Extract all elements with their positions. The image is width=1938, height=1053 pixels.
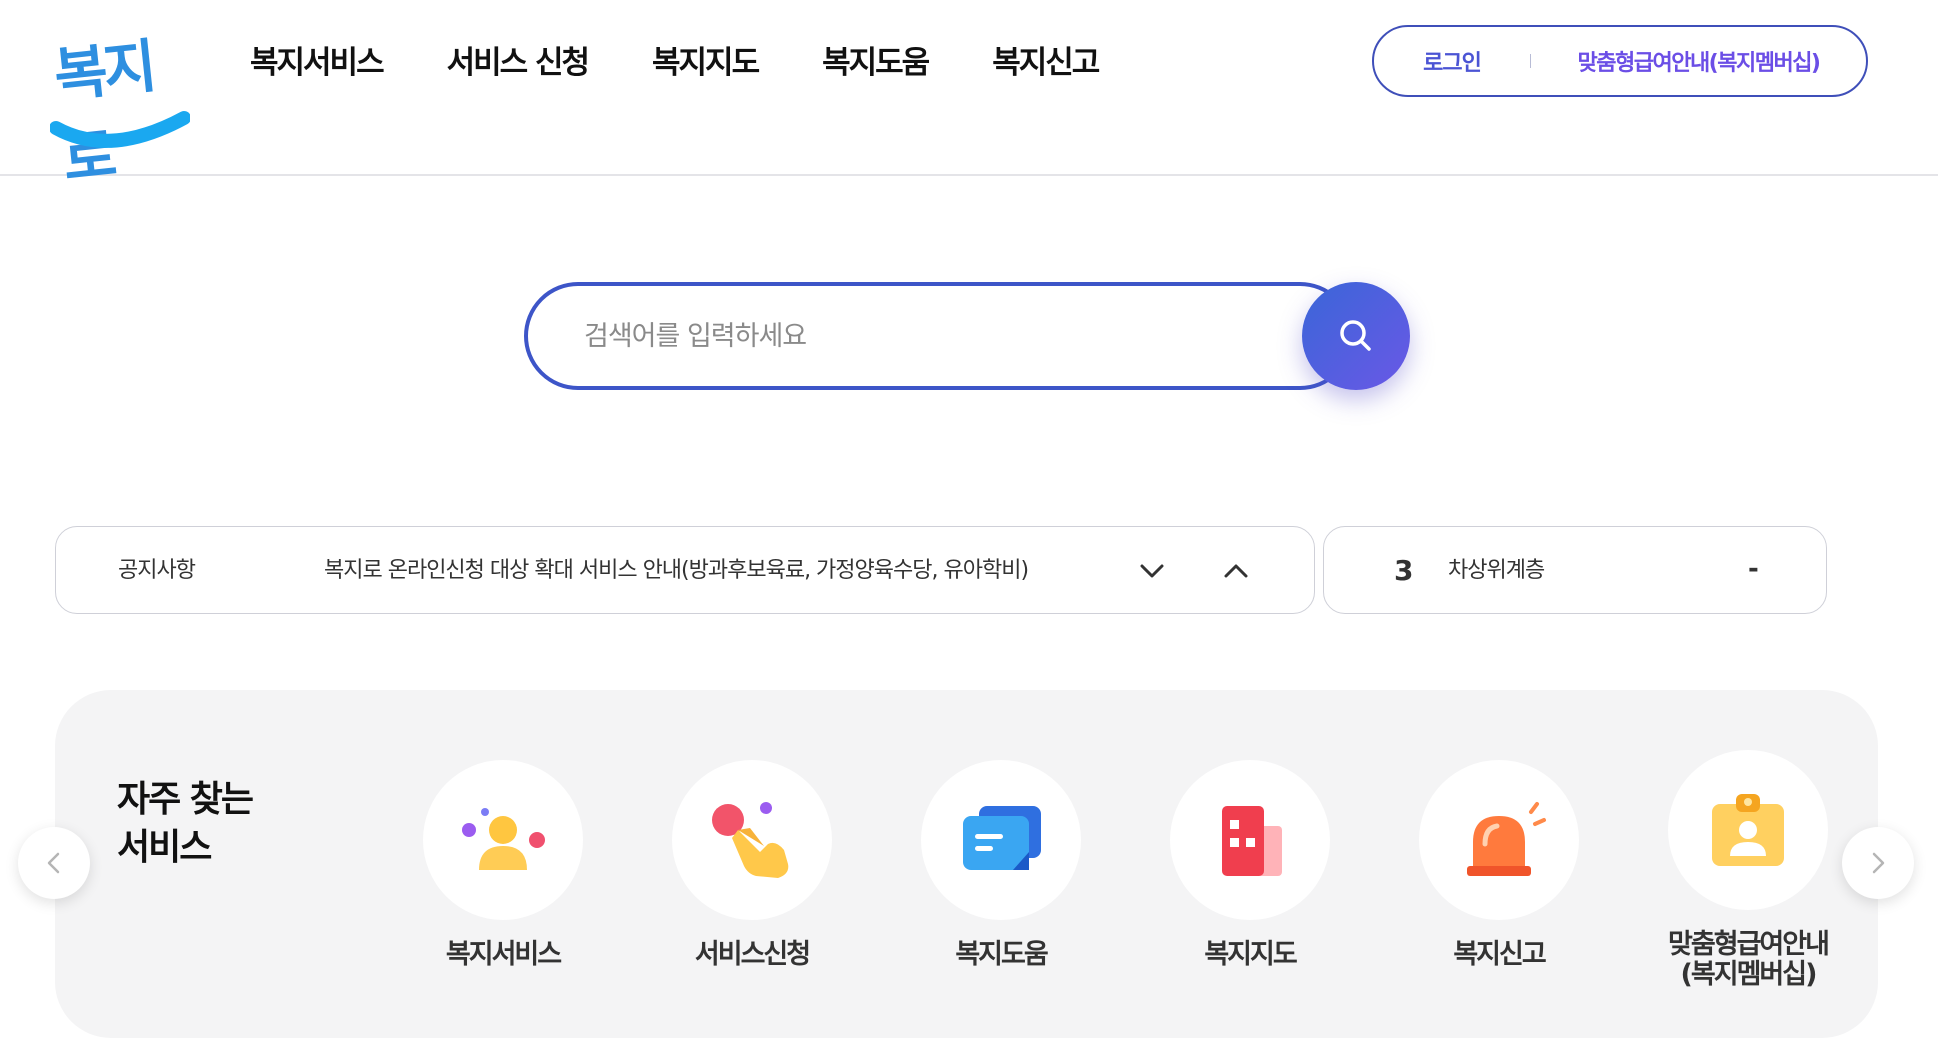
popular-keyword-bar[interactable]: 3 차상위계층 - (1323, 526, 1827, 614)
search-button[interactable] (1302, 282, 1410, 390)
frequent-services-title: 자주 찾는 서비스 (117, 776, 254, 872)
service-icon-circle (1419, 760, 1579, 920)
nav-welfare-service[interactable]: 복지서비스 (250, 38, 385, 88)
frequent-services-panel: 자주 찾는 서비스 복지서비스 서비스신청 복지도움 복지지도 복지신고 맞춤형… (55, 690, 1878, 1038)
notice-bar: 공지사항 복지로 온라인신청 대상 확대 서비스 안내(방과후보육료, 가정양육… (55, 526, 1315, 614)
search-area (524, 282, 1410, 390)
service-label: 서비스신청 (694, 939, 811, 970)
keyword-text[interactable]: 차상위계층 (1448, 527, 1545, 615)
notice-link[interactable]: 복지로 온라인신청 대상 확대 서비스 안내(방과후보육료, 가정양육수당, 유… (324, 527, 1029, 615)
service-item-welfare-help[interactable]: 복지도움 (916, 760, 1086, 970)
logo-smile-icon (50, 111, 190, 148)
nav-welfare-help[interactable]: 복지도움 (822, 38, 930, 88)
nav-welfare-report[interactable]: 복지신고 (992, 38, 1100, 88)
chevron-down-icon (1140, 564, 1164, 578)
util-menu: 로그인 맞춤형급여안내(복지멤버십) (1372, 25, 1868, 97)
frequent-title-line2: 서비스 (117, 827, 212, 868)
site-header: 복지로 복지서비스 서비스 신청 복지지도 복지도움 복지신고 로그인 맞춤형급… (0, 0, 1938, 193)
service-item-welfare-service[interactable]: 복지서비스 (418, 760, 588, 970)
service-icon-circle (423, 760, 583, 920)
service-item-welfare-map[interactable]: 복지지도 (1165, 760, 1335, 970)
frequent-title-line1: 자주 찾는 (117, 779, 254, 820)
chevron-up-icon (1224, 564, 1248, 578)
service-label: 복지신고 (1453, 939, 1546, 970)
chevron-right-icon (1872, 852, 1885, 874)
service-item-service-apply[interactable]: 서비스신청 (667, 760, 837, 970)
notice-next-button[interactable] (1134, 553, 1170, 589)
service-label-line2: (복지멤버십) (1680, 959, 1818, 990)
notice-prev-button[interactable] (1218, 553, 1254, 589)
site-logo[interactable]: 복지로 (50, 18, 190, 193)
service-label-line1: 맞춤형급여안내 (1668, 929, 1830, 960)
id-badge-icon (1712, 794, 1784, 866)
membership-link[interactable]: 맞춤형급여안내(복지멤버십) (1531, 45, 1866, 77)
carousel-next-button[interactable] (1842, 827, 1914, 899)
keyword-change: - (1748, 554, 1759, 584)
service-item-welfare-report[interactable]: 복지신고 (1414, 760, 1584, 970)
main-nav: 복지서비스 서비스 신청 복지지도 복지도움 복지신고 (250, 38, 1162, 88)
chevron-left-icon (47, 852, 60, 874)
service-icon-circle (672, 760, 832, 920)
keyword-rank: 3 (1394, 554, 1414, 587)
service-item-membership[interactable]: 맞춤형급여안내 (복지멤버십) (1663, 750, 1833, 990)
notice-label: 공지사항 (118, 558, 196, 583)
building-map-icon (1222, 806, 1282, 876)
service-icon-circle (921, 760, 1081, 920)
nav-welfare-map[interactable]: 복지지도 (652, 38, 760, 88)
login-link[interactable]: 로그인 (1374, 45, 1530, 77)
service-label: 복지서비스 (445, 939, 562, 970)
nav-service-apply[interactable]: 서비스 신청 (447, 38, 590, 88)
people-icon (462, 808, 545, 870)
service-icon-circle (1668, 750, 1828, 910)
search-icon (1340, 320, 1371, 351)
hand-pointer-icon (712, 802, 789, 878)
service-label: 복지지도 (1204, 939, 1297, 970)
service-icon-circle (1170, 760, 1330, 920)
service-label: 맞춤형급여안내 (복지멤버십) (1663, 930, 1833, 990)
service-label: 복지도움 (955, 939, 1048, 970)
carousel-prev-button[interactable] (18, 827, 90, 899)
search-input[interactable] (524, 282, 1354, 390)
chat-card-icon (963, 806, 1041, 870)
siren-icon (1467, 802, 1546, 876)
